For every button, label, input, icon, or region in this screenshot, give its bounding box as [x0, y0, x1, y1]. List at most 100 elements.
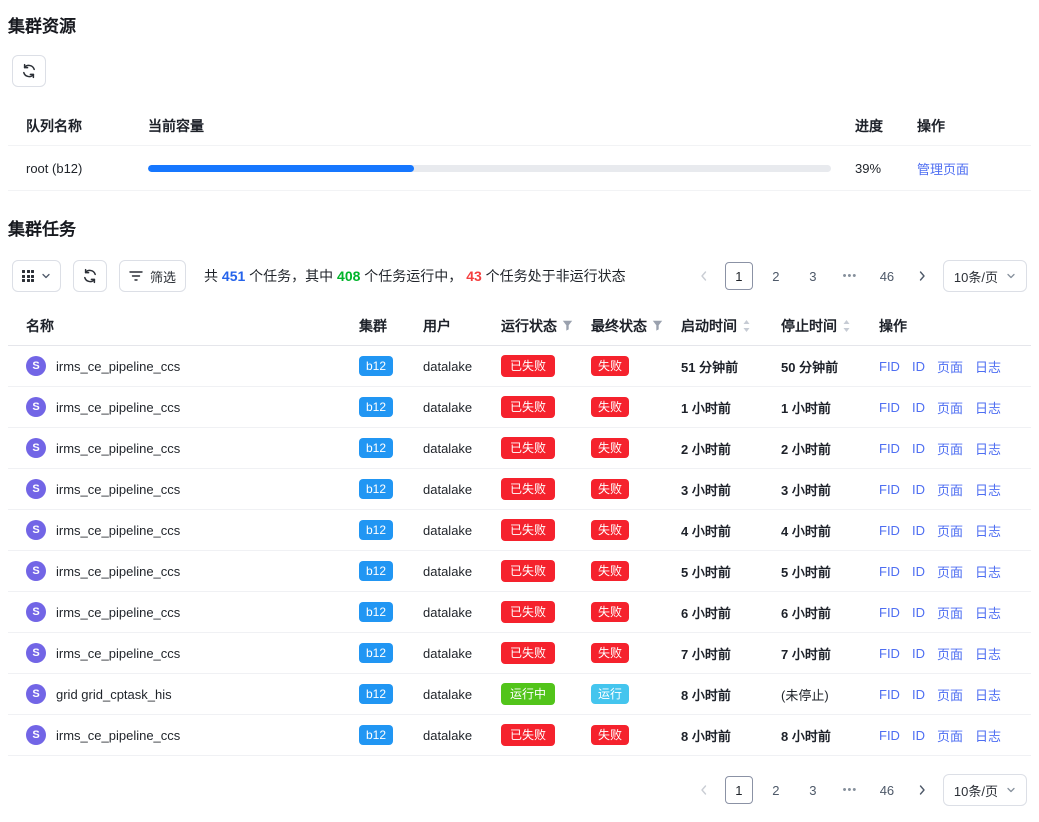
log-link[interactable]: 日志: [975, 480, 1001, 499]
fid-link[interactable]: FID: [879, 400, 900, 415]
id-link[interactable]: ID: [912, 400, 925, 415]
prev-page-button[interactable]: [692, 262, 716, 290]
fid-link[interactable]: FID: [879, 441, 900, 456]
manage-page-link[interactable]: 管理页面: [917, 162, 969, 177]
log-link[interactable]: 日志: [975, 562, 1001, 581]
next-page-button[interactable]: [910, 776, 934, 804]
page-jump-ellipsis[interactable]: •••: [836, 776, 864, 804]
id-link[interactable]: ID: [912, 359, 925, 374]
task-name: irms_ce_pipeline_ccs: [56, 359, 180, 374]
page-number-3[interactable]: 3: [799, 776, 827, 804]
id-link[interactable]: ID: [912, 482, 925, 497]
pagination-top: 1 2 3 ••• 46 10条/页: [692, 260, 1027, 292]
tasks-refresh-button[interactable]: [73, 260, 107, 292]
total-count: 451: [222, 268, 245, 284]
task-name: irms_ce_pipeline_ccs: [56, 605, 180, 620]
fid-link[interactable]: FID: [879, 359, 900, 374]
task-name: irms_ce_pipeline_ccs: [56, 441, 180, 456]
page-number-46[interactable]: 46: [873, 262, 901, 290]
page-link[interactable]: 页面: [937, 685, 963, 704]
grid-icon: [22, 270, 34, 282]
fid-link[interactable]: FID: [879, 646, 900, 661]
page-size-select[interactable]: 10条/页: [943, 774, 1027, 806]
page-link[interactable]: 页面: [937, 603, 963, 622]
fid-link[interactable]: FID: [879, 728, 900, 743]
id-link[interactable]: ID: [912, 523, 925, 538]
page-number-1[interactable]: 1: [725, 262, 753, 290]
page-link[interactable]: 页面: [937, 644, 963, 663]
page-link[interactable]: 页面: [937, 562, 963, 581]
task-user: datalake: [423, 687, 501, 702]
col-resource-actions: 操作: [917, 116, 1025, 136]
page-number-46[interactable]: 46: [873, 776, 901, 804]
page-link[interactable]: 页面: [937, 726, 963, 745]
fid-link[interactable]: FID: [879, 564, 900, 579]
page-number-2[interactable]: 2: [762, 776, 790, 804]
prev-page-button[interactable]: [692, 776, 716, 804]
cluster-badge: b12: [359, 520, 393, 540]
chevron-down-icon: [1006, 271, 1016, 281]
filter-button[interactable]: 筛选: [119, 260, 186, 292]
task-name: irms_ce_pipeline_ccs: [56, 728, 180, 743]
task-stop-time: 6 小时前: [781, 603, 879, 622]
fid-link[interactable]: FID: [879, 605, 900, 620]
capacity-progress-bar: [148, 165, 831, 172]
id-link[interactable]: ID: [912, 646, 925, 661]
page-size-select[interactable]: 10条/页: [943, 260, 1027, 292]
final-status-badge: 运行: [591, 684, 629, 704]
log-link[interactable]: 日志: [975, 439, 1001, 458]
id-link[interactable]: ID: [912, 441, 925, 456]
table-row: S irms_ce_pipeline_ccs b12 datalake 已失败 …: [8, 510, 1031, 551]
log-link[interactable]: 日志: [975, 521, 1001, 540]
id-link[interactable]: ID: [912, 687, 925, 702]
page-link[interactable]: 页面: [937, 521, 963, 540]
filter-lines-icon: [129, 270, 143, 282]
tasks-summary: 共 451 个任务，其中 408 个任务运行中， 43 个任务处于非运行状态: [204, 266, 626, 286]
page-link[interactable]: 页面: [937, 480, 963, 499]
page-link[interactable]: 页面: [937, 439, 963, 458]
task-name: irms_ce_pipeline_ccs: [56, 646, 180, 661]
next-page-button[interactable]: [910, 262, 934, 290]
run-status-badge: 已失败: [501, 355, 555, 377]
col-name: 名称: [26, 316, 359, 336]
log-link[interactable]: 日志: [975, 685, 1001, 704]
log-link[interactable]: 日志: [975, 398, 1001, 417]
task-user: datalake: [423, 523, 501, 538]
running-count: 408: [337, 268, 360, 284]
cluster-badge: b12: [359, 643, 393, 663]
page-jump-ellipsis[interactable]: •••: [836, 262, 864, 290]
task-stop-time: 5 小时前: [781, 562, 879, 581]
log-link[interactable]: 日志: [975, 644, 1001, 663]
fid-link[interactable]: FID: [879, 523, 900, 538]
page-number-1[interactable]: 1: [725, 776, 753, 804]
page-link[interactable]: 页面: [937, 398, 963, 417]
id-link[interactable]: ID: [912, 605, 925, 620]
task-user: datalake: [423, 400, 501, 415]
task-stop-time: 1 小时前: [781, 398, 879, 417]
id-link[interactable]: ID: [912, 728, 925, 743]
log-link[interactable]: 日志: [975, 603, 1001, 622]
fid-link[interactable]: FID: [879, 482, 900, 497]
log-link[interactable]: 日志: [975, 726, 1001, 745]
sort-icon[interactable]: [842, 319, 851, 333]
final-status-badge: 失败: [591, 602, 629, 622]
id-link[interactable]: ID: [912, 564, 925, 579]
task-stop-time: 2 小时前: [781, 439, 879, 458]
view-options-button[interactable]: [12, 260, 61, 292]
final-status-badge: 失败: [591, 725, 629, 745]
task-start-time: 51 分钟前: [681, 357, 781, 376]
task-avatar: S: [26, 684, 46, 704]
tasks-table-header: 名称 集群 用户 运行状态 最终状态 启动时间: [8, 306, 1031, 346]
table-row: S irms_ce_pipeline_ccs b12 datalake 已失败 …: [8, 346, 1031, 387]
page-number-3[interactable]: 3: [799, 262, 827, 290]
page-number-2[interactable]: 2: [762, 262, 790, 290]
log-link[interactable]: 日志: [975, 357, 1001, 376]
final-status-badge: 失败: [591, 561, 629, 581]
page-link[interactable]: 页面: [937, 357, 963, 376]
resources-refresh-button[interactable]: [12, 55, 46, 87]
fid-link[interactable]: FID: [879, 687, 900, 702]
filter-funnel-icon[interactable]: [652, 320, 663, 331]
filter-funnel-icon[interactable]: [562, 320, 573, 331]
col-cluster: 集群: [359, 316, 423, 336]
sort-icon[interactable]: [742, 319, 751, 333]
